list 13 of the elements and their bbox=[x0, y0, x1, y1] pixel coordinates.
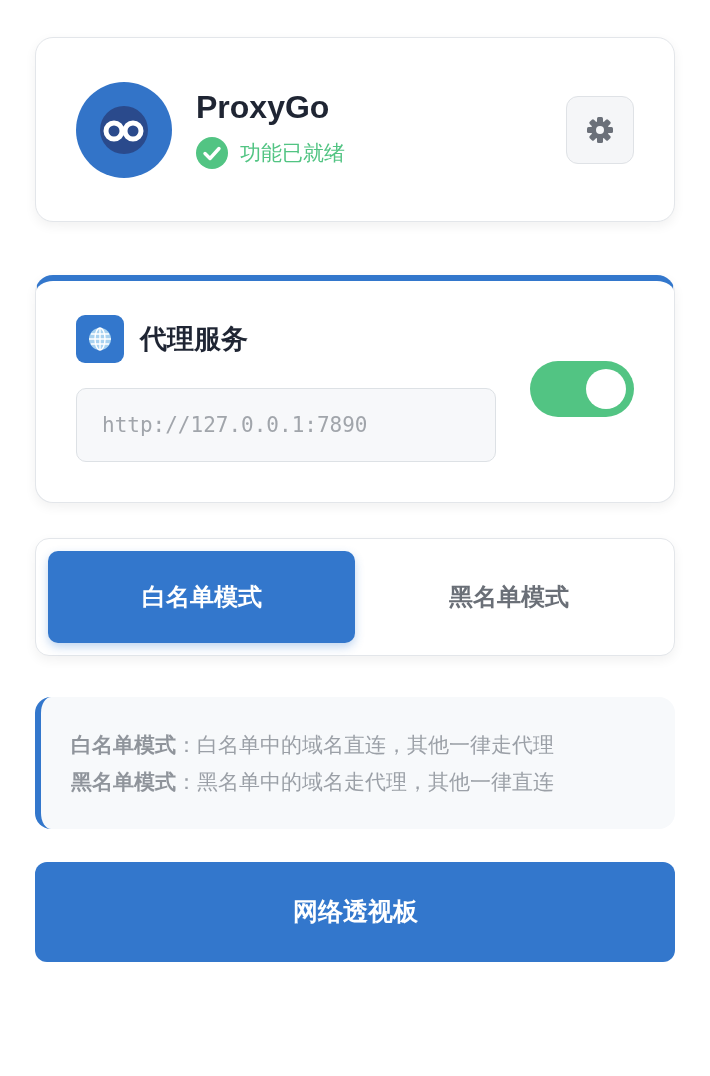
settings-button[interactable] bbox=[566, 95, 634, 164]
info-text: 黑名单模式：黑名单中的域名走代理，其他一律直连 bbox=[71, 768, 555, 795]
network-panel-button[interactable]: 网络透视板 bbox=[35, 861, 675, 962]
globe-icon bbox=[76, 315, 124, 363]
logo-icon bbox=[76, 81, 172, 178]
status-text: 功能已就绪 bbox=[240, 140, 345, 167]
mode-tab[interactable]: 黑名单模式 bbox=[355, 551, 662, 643]
mode-tab[interactable]: 白名单模式 bbox=[48, 551, 355, 643]
info-text: 白名单模式：白名单中的域名直连，其他一律走代理 bbox=[71, 732, 555, 758]
proxy-address-field[interactable]: http://127.0.0.1:7890 bbox=[76, 388, 496, 462]
app-title: ProxyGo bbox=[196, 89, 331, 126]
section-title: 代理服务 bbox=[140, 322, 248, 356]
settings-icon bbox=[586, 115, 614, 144]
